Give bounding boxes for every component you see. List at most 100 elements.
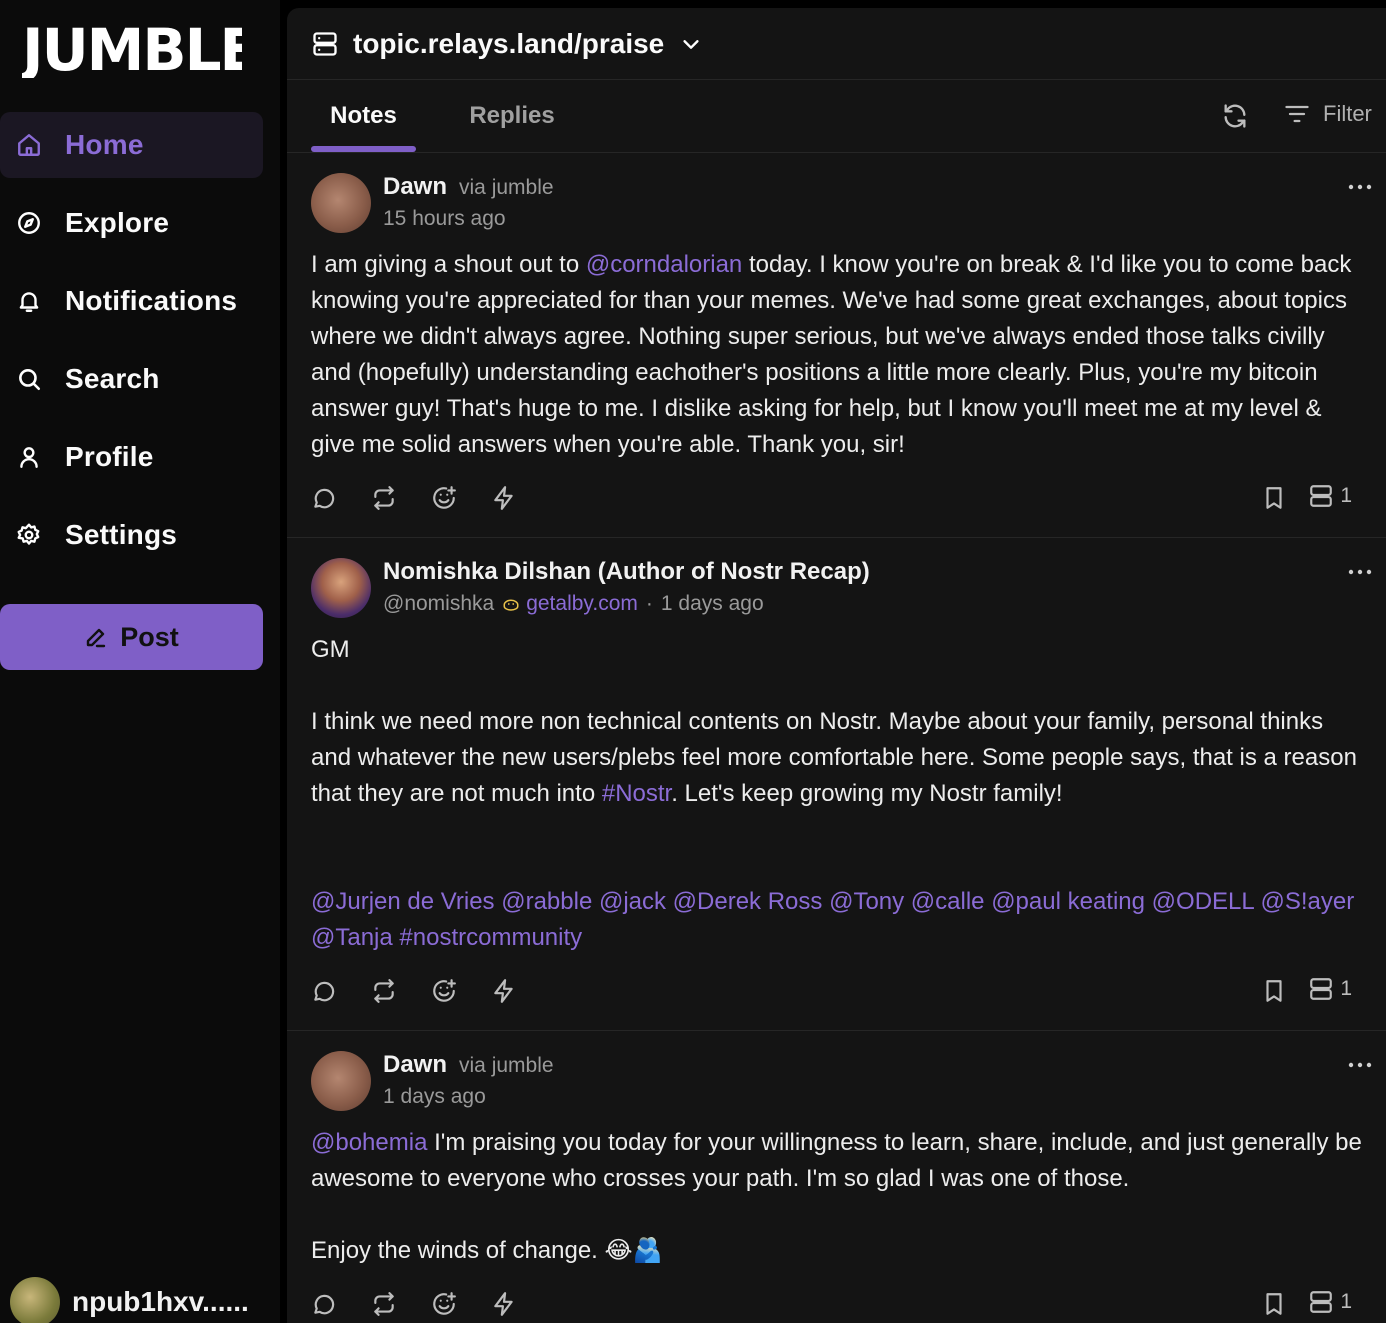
reply-icon[interactable] (311, 978, 337, 1004)
author-avatar[interactable] (311, 1051, 371, 1111)
svg-text:JUMBLE: JUMBLE (22, 18, 242, 78)
react-emoji-icon[interactable] (431, 1291, 457, 1317)
react-emoji-icon[interactable] (431, 978, 457, 1004)
tab-replies[interactable]: Replies (457, 80, 567, 152)
relay-header[interactable]: topic.relays.land/praise (287, 8, 1386, 80)
note-timestamp: 15 hours ago (383, 207, 506, 230)
more-options-icon[interactable] (1348, 1061, 1372, 1069)
more-options-icon[interactable] (1348, 568, 1372, 576)
server-icon (1308, 976, 1334, 1002)
sidebar-item-label: Explore (65, 207, 170, 238)
compass-icon (16, 210, 42, 236)
sidebar-item-explore[interactable]: Explore (0, 190, 263, 256)
relay-count: 1 (1340, 484, 1352, 507)
tab-notes[interactable]: Notes (311, 80, 416, 152)
note-text: today. I know you're on break & I'd like… (311, 251, 1358, 458)
filter-button[interactable]: Filter (1283, 100, 1372, 128)
relay-count: 1 (1340, 1290, 1352, 1313)
sidebar-item-label: Notifications (65, 285, 238, 316)
nip05-badge-icon (502, 595, 520, 613)
note-actions: 1 (311, 1269, 1362, 1323)
seen-on-relays[interactable]: 1 (1308, 1289, 1352, 1315)
nip05-domain-link[interactable]: getalby.com (526, 592, 638, 616)
sidebar-item-label: Profile (65, 441, 154, 472)
sidebar-item-settings[interactable]: Settings (0, 502, 263, 568)
reply-icon[interactable] (311, 1291, 337, 1317)
relay-title: topic.relays.land/praise (353, 27, 665, 59)
repost-icon[interactable] (371, 978, 397, 1004)
note-text: I am giving a shout out to (311, 251, 586, 278)
pencil-icon (84, 625, 108, 649)
zap-icon[interactable] (491, 1291, 517, 1317)
sidebar-item-search[interactable]: Search (0, 346, 263, 412)
note-card[interactable]: Nomishka Dilshan (Author of Nostr Recap)… (287, 538, 1386, 1031)
separator: · (645, 592, 653, 615)
note-text: . Let's keep growing my Nostr family! (671, 780, 1063, 807)
main-feed: topic.relays.land/praise Notes Replies F… (287, 8, 1386, 1323)
filter-icon (1283, 100, 1311, 128)
filter-label: Filter (1323, 101, 1372, 126)
note-card[interactable]: Dawn via jumble 1 days ago @bohemia I'm … (287, 1031, 1386, 1323)
account-switcher[interactable]: npub1hxv...... (10, 1277, 249, 1323)
note-card[interactable]: Dawn via jumble 15 hours ago I am giving… (287, 153, 1386, 538)
client-label: via jumble (459, 176, 554, 199)
sidebar: JUMBLE Home Explore Notifications Search (0, 0, 280, 1323)
seen-on-relays[interactable]: 1 (1308, 976, 1352, 1002)
zap-icon[interactable] (491, 485, 517, 511)
note-text: I'm praising you today for your willingn… (311, 1129, 1362, 1264)
server-icon (1308, 483, 1334, 509)
note-actions: 1 (311, 463, 1362, 537)
author-name[interactable]: Dawn (383, 1051, 447, 1079)
repost-icon[interactable] (371, 1291, 397, 1317)
refresh-icon[interactable] (1221, 102, 1249, 130)
react-emoji-icon[interactable] (431, 485, 457, 511)
sidebar-item-label: Search (65, 363, 160, 394)
bell-icon (16, 288, 42, 314)
sidebar-nav: Home Explore Notifications Search Profil… (0, 112, 263, 580)
sidebar-item-label: Settings (65, 519, 178, 550)
server-icon (1308, 1289, 1334, 1315)
note-timestamp: 1 days ago (660, 592, 764, 615)
author-avatar[interactable] (311, 173, 371, 233)
home-icon (16, 132, 42, 158)
feed-tabs: Notes Replies Filter (287, 80, 1386, 153)
chevron-down-icon[interactable] (680, 33, 702, 55)
repost-icon[interactable] (371, 485, 397, 511)
server-icon (311, 30, 339, 58)
seen-on-relays[interactable]: 1 (1308, 483, 1352, 509)
account-avatar (10, 1277, 60, 1323)
note-content: I am giving a shout out to @corndalorian… (311, 247, 1362, 463)
more-options-icon[interactable] (1348, 183, 1372, 191)
mention-links[interactable]: @Jurjen de Vries @rabble @jack @Derek Ro… (311, 888, 1361, 951)
user-icon (16, 444, 42, 470)
account-name: npub1hxv...... (72, 1286, 249, 1317)
bookmark-icon[interactable] (1261, 485, 1287, 511)
note-timestamp: 1 days ago (383, 1085, 486, 1108)
tab-active-indicator (311, 146, 416, 152)
author-handle: @nomishka (383, 592, 495, 615)
note-content: @bohemia I'm praising you today for your… (311, 1125, 1362, 1269)
post-button-label: Post (120, 621, 179, 652)
hashtag-link[interactable]: #Nostr (602, 780, 671, 807)
search-icon (16, 366, 42, 392)
bookmark-icon[interactable] (1261, 978, 1287, 1004)
author-name[interactable]: Nomishka Dilshan (Author of Nostr Recap) (383, 558, 870, 586)
sidebar-item-notifications[interactable]: Notifications (0, 268, 263, 334)
author-name[interactable]: Dawn (383, 173, 447, 201)
bookmark-icon[interactable] (1261, 1291, 1287, 1317)
note-content: GM I think we need more non technical co… (311, 632, 1362, 956)
mention-link[interactable]: @bohemia (311, 1129, 427, 1156)
reply-icon[interactable] (311, 485, 337, 511)
client-label: via jumble (459, 1054, 554, 1077)
mention-link[interactable]: @corndalorian (586, 251, 742, 278)
gear-icon (16, 522, 42, 548)
sidebar-item-label: Home (65, 129, 144, 160)
post-button[interactable]: Post (0, 604, 263, 670)
zap-icon[interactable] (491, 978, 517, 1004)
relay-count: 1 (1340, 977, 1352, 1000)
sidebar-item-home[interactable]: Home (0, 112, 263, 178)
note-actions: 1 (311, 956, 1362, 1030)
author-avatar[interactable] (311, 558, 371, 618)
jumble-logo[interactable]: JUMBLE (22, 18, 242, 78)
sidebar-item-profile[interactable]: Profile (0, 424, 263, 490)
